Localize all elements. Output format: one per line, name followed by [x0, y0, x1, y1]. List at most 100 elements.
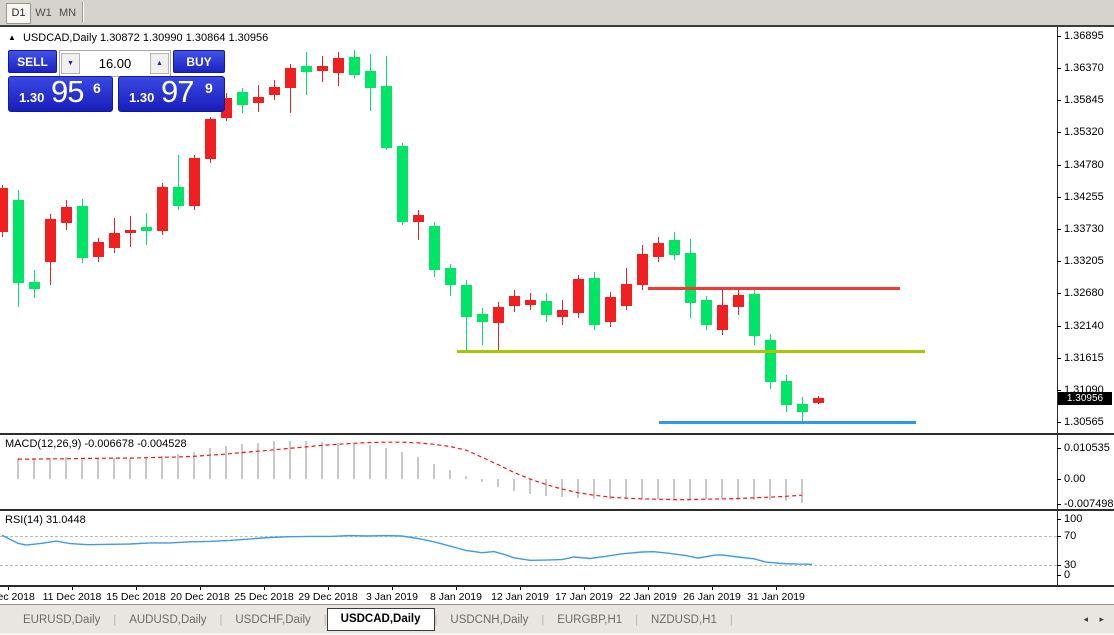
- price-axis-label: 1.30565: [1064, 416, 1104, 428]
- candle[interactable]: [621, 284, 632, 306]
- candle[interactable]: [637, 254, 648, 285]
- candle[interactable]: [237, 92, 248, 105]
- buy-price-pips: 9: [205, 80, 213, 96]
- tab-nzdusd[interactable]: NZDUSD,H1: [638, 610, 730, 630]
- price-axis-tick: [1057, 100, 1061, 101]
- trading-terminal-window: D1W1MN ▲ USDCAD,Daily 1.30872 1.30990 1.…: [0, 0, 1114, 635]
- low-support-line[interactable]: [659, 421, 916, 424]
- candle[interactable]: [557, 310, 568, 317]
- macd-axis-tick: [1057, 448, 1061, 449]
- candle[interactable]: [13, 200, 24, 283]
- candle[interactable]: [413, 215, 424, 222]
- candle[interactable]: [253, 97, 264, 103]
- sell-button[interactable]: SELL: [8, 50, 57, 73]
- date-axis-label: 15 Dec 2018: [106, 591, 166, 603]
- candle[interactable]: [573, 279, 584, 313]
- macd-label: MACD(12,26,9) -0.006678 -0.004528: [5, 438, 187, 450]
- candle[interactable]: [77, 206, 88, 258]
- candle[interactable]: [125, 230, 136, 233]
- date-axis-label: 26 Jan 2019: [683, 591, 741, 603]
- candle[interactable]: [749, 294, 760, 336]
- price-axis-line: [1057, 27, 1058, 587]
- price-axis-tick: [1057, 293, 1061, 294]
- candle[interactable]: [781, 381, 792, 405]
- candle[interactable]: [525, 300, 536, 305]
- timeframe-button-w1[interactable]: W1: [33, 3, 54, 24]
- price-axis-label: 1.35320: [1064, 126, 1104, 138]
- candle[interactable]: [445, 268, 456, 285]
- tab-usdchf[interactable]: USDCHF,Daily: [222, 610, 323, 630]
- candle[interactable]: [733, 295, 744, 307]
- macd-axis-label: 0.00: [1064, 473, 1085, 485]
- candle[interactable]: [717, 305, 728, 330]
- candle[interactable]: [493, 307, 504, 323]
- candle[interactable]: [285, 68, 296, 88]
- timeframe-button-d1[interactable]: D1: [6, 3, 31, 24]
- tab-eurgbp[interactable]: EURGBP,H1: [544, 610, 635, 630]
- candle[interactable]: [317, 66, 328, 71]
- toolbar-separator: [82, 2, 83, 23]
- candle[interactable]: [381, 86, 392, 148]
- pane-separator[interactable]: [0, 509, 1114, 511]
- candle[interactable]: [397, 146, 408, 222]
- price-axis-tick: [1057, 68, 1061, 69]
- volume-box: ▼ 16.00 ▲: [59, 50, 171, 77]
- buy-price-tile[interactable]: 1.30 97 9: [118, 76, 225, 112]
- candle[interactable]: [813, 398, 824, 403]
- candle[interactable]: [365, 71, 376, 88]
- candle[interactable]: [205, 119, 216, 159]
- tab-eurusd[interactable]: EURUSD,Daily: [10, 610, 113, 630]
- rsi-axis-tick: [1057, 575, 1061, 576]
- candle[interactable]: [797, 404, 808, 412]
- volume-input[interactable]: 16.00: [82, 51, 148, 76]
- collapse-triangle-icon[interactable]: ▲: [8, 33, 16, 42]
- candle[interactable]: [477, 314, 488, 322]
- volume-decrease-button[interactable]: ▼: [61, 53, 80, 74]
- tabs-scroll-left-icon[interactable]: ◂: [1083, 614, 1088, 624]
- spinner-down-icon: ▼: [67, 60, 74, 67]
- candle[interactable]: [669, 240, 680, 255]
- candle[interactable]: [141, 227, 152, 231]
- tab-usdcnh[interactable]: USDCNH,Daily: [437, 610, 541, 630]
- candle[interactable]: [0, 188, 8, 232]
- candle[interactable]: [461, 285, 472, 317]
- date-axis-tick: [648, 587, 649, 590]
- date-axis-tick: [392, 587, 393, 590]
- price-axis-label: 1.36370: [1064, 62, 1104, 74]
- candle[interactable]: [173, 187, 184, 206]
- candle[interactable]: [701, 300, 712, 325]
- candle[interactable]: [269, 87, 280, 95]
- date-axis-tick: [328, 587, 329, 590]
- sell-price-pips: 6: [93, 80, 101, 96]
- candle[interactable]: [29, 282, 40, 289]
- volume-increase-button[interactable]: ▲: [150, 53, 169, 74]
- candle[interactable]: [189, 158, 200, 206]
- sell-price-tile[interactable]: 1.30 95 6: [8, 76, 113, 112]
- buy-button[interactable]: BUY: [173, 50, 225, 73]
- candle[interactable]: [45, 219, 56, 262]
- candle[interactable]: [157, 187, 168, 231]
- resistance-line[interactable]: [648, 287, 900, 290]
- timeframe-button-mn[interactable]: MN: [56, 3, 79, 24]
- candle[interactable]: [653, 243, 664, 257]
- candle[interactable]: [349, 57, 360, 75]
- ohlc-low: 1.30864: [186, 32, 226, 44]
- candle[interactable]: [589, 278, 600, 325]
- candle[interactable]: [685, 253, 696, 303]
- candle[interactable]: [109, 233, 120, 248]
- candle[interactable]: [605, 297, 616, 322]
- tab-usdcad[interactable]: USDCAD,Daily: [327, 608, 435, 631]
- candle[interactable]: [429, 226, 440, 270]
- candle[interactable]: [61, 207, 72, 223]
- mid-support-line[interactable]: [457, 350, 925, 353]
- candle[interactable]: [301, 66, 312, 72]
- candle[interactable]: [541, 301, 552, 315]
- candle[interactable]: [765, 340, 776, 382]
- tabs-scroll-right-icon[interactable]: ▸: [1099, 614, 1104, 624]
- candle[interactable]: [509, 296, 520, 306]
- pane-separator[interactable]: [0, 433, 1114, 435]
- candle[interactable]: [333, 58, 344, 73]
- tab-audusd[interactable]: AUDUSD,Daily: [116, 610, 219, 630]
- price-axis-tick: [1057, 229, 1061, 230]
- candle[interactable]: [93, 242, 104, 257]
